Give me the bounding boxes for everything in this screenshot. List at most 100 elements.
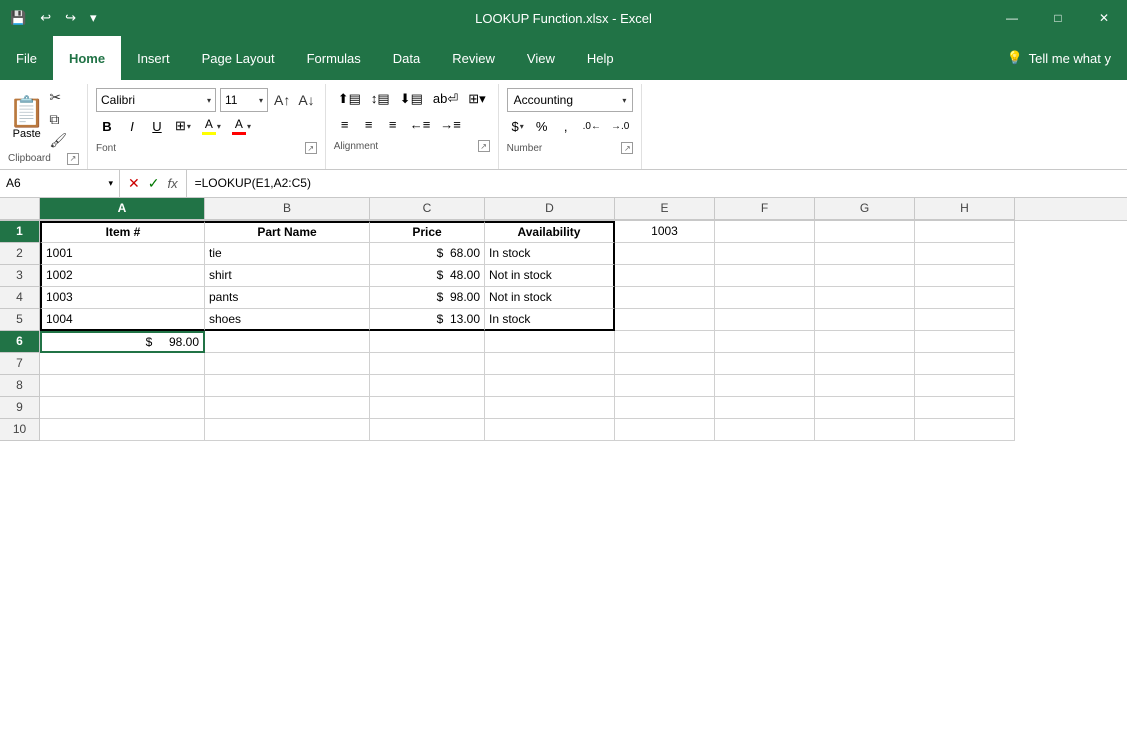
cell-A5[interactable]: 1004 [40, 309, 205, 331]
font-size-dropdown[interactable]: 11 ▾ [220, 88, 268, 112]
col-header-F[interactable]: F [715, 198, 815, 220]
row-header-6[interactable]: 6 [0, 331, 40, 353]
cell-A2[interactable]: 1001 [40, 243, 205, 265]
percent-button[interactable]: % [531, 115, 553, 137]
maximize-button[interactable]: □ [1035, 0, 1081, 36]
menu-item-formulas[interactable]: Formulas [291, 36, 377, 80]
qat-dropdown[interactable]: ▾ [84, 6, 103, 30]
menu-item-insert[interactable]: Insert [121, 36, 186, 80]
cell-F9[interactable] [715, 397, 815, 419]
cell-D7[interactable] [485, 353, 615, 375]
cell-H3[interactable] [915, 265, 1015, 287]
cell-A1[interactable]: Item # [40, 221, 205, 243]
menu-item-data[interactable]: Data [377, 36, 436, 80]
font-color-button[interactable]: A ▾ [228, 115, 255, 137]
underline-button[interactable]: U [146, 115, 168, 137]
cell-C6[interactable] [370, 331, 485, 353]
cell-H10[interactable] [915, 419, 1015, 441]
cell-A7[interactable] [40, 353, 205, 375]
format-painter-button[interactable]: 🖌 [49, 131, 67, 151]
cell-B6[interactable] [205, 331, 370, 353]
align-bottom-button[interactable]: ⬇▤ [396, 88, 427, 110]
cell-C7[interactable] [370, 353, 485, 375]
cell-A10[interactable] [40, 419, 205, 441]
borders-button[interactable]: ⊞▾ [171, 115, 195, 137]
comma-button[interactable]: , [555, 115, 577, 137]
cell-B2[interactable]: tie [205, 243, 370, 265]
cell-B7[interactable] [205, 353, 370, 375]
cell-D2[interactable]: In stock [485, 243, 615, 265]
row-header-9[interactable]: 9 [0, 397, 40, 419]
cell-A3[interactable]: 1002 [40, 265, 205, 287]
cell-F5[interactable] [715, 309, 815, 331]
cell-E4[interactable] [615, 287, 715, 309]
cell-F2[interactable] [715, 243, 815, 265]
cell-E10[interactable] [615, 419, 715, 441]
fill-color-button[interactable]: A ▾ [198, 115, 225, 137]
cell-G4[interactable] [815, 287, 915, 309]
cell-B10[interactable] [205, 419, 370, 441]
wrap-text-button[interactable]: ab⏎ [429, 88, 462, 110]
row-header-4[interactable]: 4 [0, 287, 40, 309]
cell-G3[interactable] [815, 265, 915, 287]
cell-E7[interactable] [615, 353, 715, 375]
increase-font-size-button[interactable]: A↑ [272, 92, 292, 108]
cell-D9[interactable] [485, 397, 615, 419]
row-header-8[interactable]: 8 [0, 375, 40, 397]
cell-F3[interactable] [715, 265, 815, 287]
menu-item-review[interactable]: Review [436, 36, 511, 80]
cell-F4[interactable] [715, 287, 815, 309]
cell-H9[interactable] [915, 397, 1015, 419]
italic-button[interactable]: I [121, 115, 143, 137]
cell-C4[interactable]: $ 98.00 [370, 287, 485, 309]
cell-C5[interactable]: $ 13.00 [370, 309, 485, 331]
merge-center-button[interactable]: ⊞▾ [464, 88, 489, 110]
cell-A4[interactable]: 1003 [40, 287, 205, 309]
col-header-C[interactable]: C [370, 198, 485, 220]
decrease-font-size-button[interactable]: A↓ [296, 92, 316, 108]
cell-C1[interactable]: Price [370, 221, 485, 243]
menu-item-file[interactable]: File [0, 36, 53, 80]
cell-B8[interactable] [205, 375, 370, 397]
cell-C9[interactable] [370, 397, 485, 419]
align-top-button[interactable]: ⬆▤ [334, 88, 365, 110]
cell-D4[interactable]: Not in stock [485, 287, 615, 309]
row-header-7[interactable]: 7 [0, 353, 40, 375]
cell-D1[interactable]: Availability [485, 221, 615, 243]
cell-G10[interactable] [815, 419, 915, 441]
bold-button[interactable]: B [96, 115, 118, 137]
cell-E5[interactable] [615, 309, 715, 331]
minimize-button[interactable]: — [989, 0, 1035, 36]
col-header-H[interactable]: H [915, 198, 1015, 220]
cell-H6[interactable] [915, 331, 1015, 353]
row-header-3[interactable]: 3 [0, 265, 40, 287]
cell-G1[interactable] [815, 221, 915, 243]
menu-item-page-layout[interactable]: Page Layout [186, 36, 291, 80]
cell-B3[interactable]: shirt [205, 265, 370, 287]
col-header-A[interactable]: A [40, 198, 205, 220]
number-expand[interactable]: ↗ [621, 142, 633, 154]
cell-D6[interactable] [485, 331, 615, 353]
col-header-D[interactable]: D [485, 198, 615, 220]
cell-F10[interactable] [715, 419, 815, 441]
cell-B5[interactable]: shoes [205, 309, 370, 331]
clipboard-expand[interactable]: ↗ [67, 153, 79, 165]
redo-button[interactable]: ↪ [59, 6, 82, 30]
cell-D8[interactable] [485, 375, 615, 397]
increase-decimal-button[interactable]: →.0 [607, 115, 633, 137]
cell-G7[interactable] [815, 353, 915, 375]
cell-E6[interactable] [615, 331, 715, 353]
cell-D5[interactable]: In stock [485, 309, 615, 331]
cell-H4[interactable] [915, 287, 1015, 309]
insert-function-button[interactable]: fx [165, 176, 179, 191]
cell-F7[interactable] [715, 353, 815, 375]
cell-E3[interactable] [615, 265, 715, 287]
cell-H2[interactable] [915, 243, 1015, 265]
paste-button[interactable]: 📋 Paste [8, 98, 45, 140]
cell-G6[interactable] [815, 331, 915, 353]
number-format-dropdown[interactable]: Accounting ▾ [507, 88, 634, 112]
row-header-1[interactable]: 1 [0, 221, 40, 243]
cell-C2[interactable]: $ 68.00 [370, 243, 485, 265]
cell-D3[interactable]: Not in stock [485, 265, 615, 287]
cell-D10[interactable] [485, 419, 615, 441]
